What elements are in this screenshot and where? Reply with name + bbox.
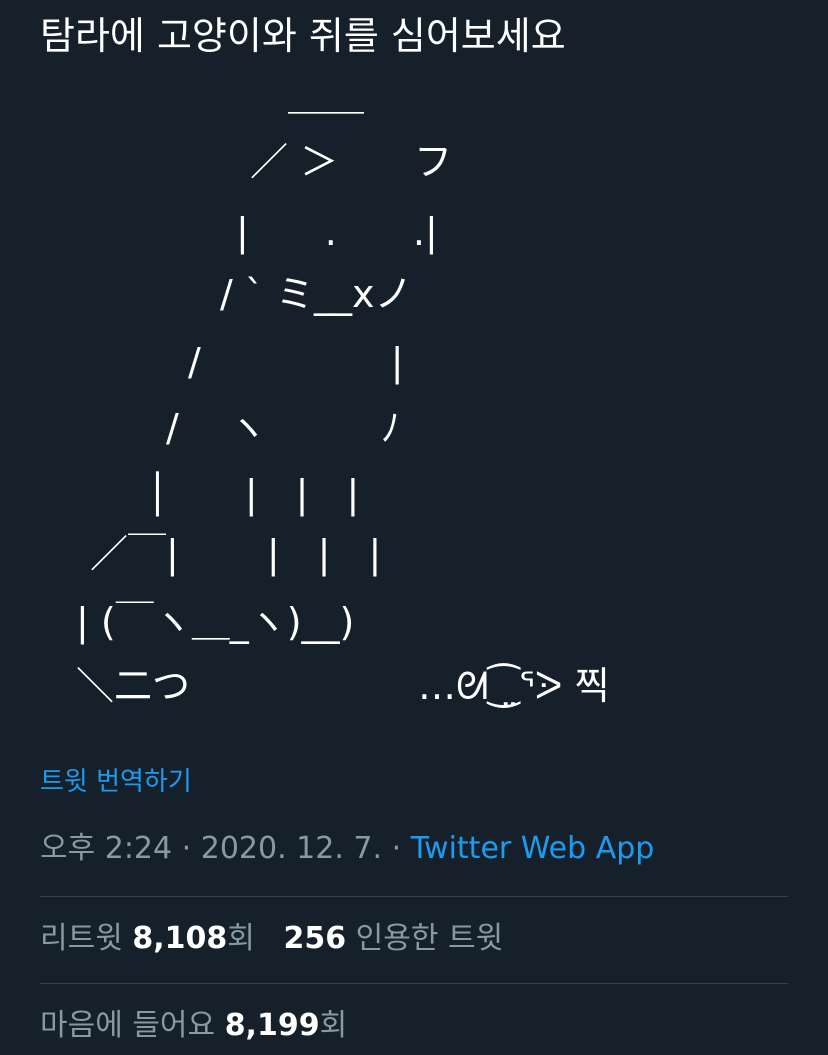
retweets-stat[interactable]: 리트윗 8,108회	[40, 921, 255, 956]
quotes-count: 256	[283, 921, 347, 956]
divider	[40, 896, 788, 897]
tweet-source-link[interactable]: Twitter Web App	[411, 831, 655, 866]
tweet-time[interactable]: 오후 2:24	[40, 831, 172, 866]
ascii-line-7: │ | | |	[146, 472, 360, 516]
meta-separator: ·	[391, 831, 402, 866]
divider	[40, 983, 788, 984]
ascii-line-3: | . .|	[236, 210, 438, 254]
likes-label: 마음에 들어요	[40, 1008, 216, 1043]
retweets-count: 8,108	[132, 921, 228, 956]
retweets-unit: 회	[227, 921, 255, 956]
tweet-text: 탐라에 고양이와 쥐를 심어보세요	[40, 14, 566, 58]
retweets-label: 리트윗	[40, 921, 123, 956]
likes-stats-row: 마음에 들어요 8,199회	[40, 1005, 347, 1047]
ascii-line-2: ／ ＞ フ	[250, 140, 453, 184]
likes-count: 8,199	[224, 1008, 320, 1043]
quotes-label: 인용한 트윗	[355, 921, 504, 956]
ascii-line-1: ＿＿	[288, 74, 365, 118]
tweet-date[interactable]: 2020. 12. 7.	[201, 831, 382, 866]
ascii-art: ＿＿ ／ ＞ フ | . .| / ` ミ__xノ / | / ヽ ﾉ │ | …	[40, 74, 800, 724]
quotes-stat[interactable]: 256 인용한 트윗	[283, 921, 503, 956]
ascii-line-4: / ` ミ__xノ	[220, 272, 413, 316]
ascii-line-6: / ヽ ﾉ	[166, 406, 400, 450]
ascii-line-10: ＼二つ …ᘛ⁐̤ᕐᐷ 찍	[76, 664, 610, 708]
ascii-line-9: | (￣ヽ＿_ヽ)__)	[76, 600, 355, 644]
retweet-stats-row: 리트윗 8,108회 256 인용한 트윗	[40, 918, 503, 960]
ascii-line-8: ／￣| | | |	[90, 532, 382, 576]
ascii-line-5: / |	[188, 340, 404, 384]
likes-unit: 회	[319, 1008, 348, 1043]
meta-separator: ·	[181, 831, 192, 866]
tweet-meta: 오후 2:24 · 2020. 12. 7. · Twitter Web App	[40, 828, 654, 870]
likes-stat[interactable]: 마음에 들어요 8,199회	[40, 1008, 347, 1043]
translate-tweet-link[interactable]: 트윗 번역하기	[40, 764, 192, 800]
